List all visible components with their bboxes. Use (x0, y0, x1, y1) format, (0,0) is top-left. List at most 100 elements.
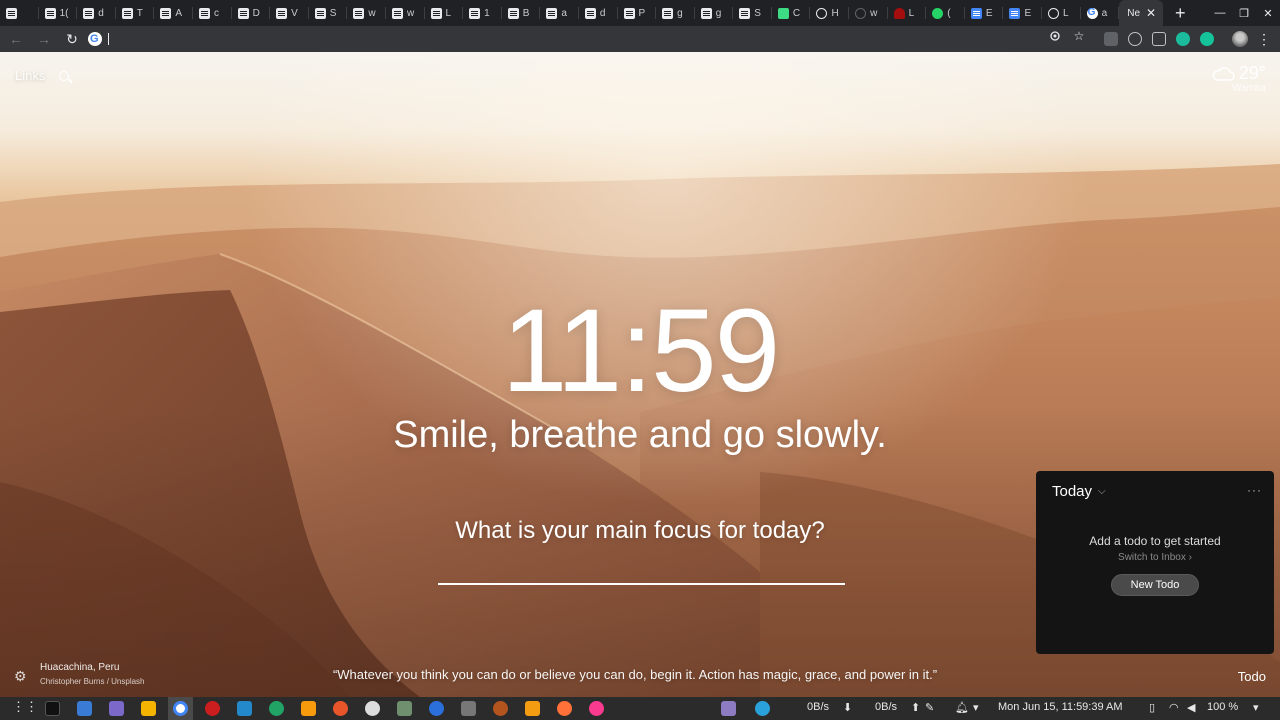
firefox-icon[interactable] (557, 701, 572, 716)
doc-icon (700, 7, 712, 19)
app-icon[interactable] (429, 701, 444, 716)
tray-expand-icon[interactable]: ▾ (973, 701, 979, 714)
extension-icon[interactable] (1152, 32, 1166, 46)
close-window-button[interactable]: ✕ (1256, 0, 1280, 26)
browser-tab[interactable]: L (888, 0, 927, 26)
volume-menu-chevron-icon[interactable]: ▾ (1253, 701, 1259, 714)
app-icon[interactable] (397, 701, 412, 716)
tray-icon[interactable]: ✎ (925, 701, 934, 714)
file-manager-icon[interactable] (77, 701, 92, 716)
chrome-icon[interactable] (173, 701, 188, 716)
browser-tab[interactable]: V (270, 0, 309, 26)
switch-to-inbox-link[interactable]: Switch to Inbox › (1036, 552, 1274, 563)
stack-icon[interactable] (141, 701, 156, 716)
app-icon[interactable] (461, 701, 476, 716)
browser-tab[interactable]: g (695, 0, 734, 26)
browser-tab[interactable]: A (154, 0, 193, 26)
browser-tab[interactable]: T (116, 0, 155, 26)
browser-tab[interactable]: w (347, 0, 386, 26)
volume-icon[interactable]: ◀︎ (1187, 701, 1195, 714)
app-icon[interactable] (365, 701, 380, 716)
grammarly-icon[interactable] (1200, 32, 1214, 46)
profile-avatar[interactable] (1232, 31, 1248, 47)
close-icon[interactable]: ✕ (1146, 6, 1156, 20)
address-bar[interactable] (84, 29, 1094, 49)
notification-icon[interactable]: 🔔︎ (955, 701, 969, 714)
vscode-icon[interactable] (237, 701, 252, 716)
tab-label: B (522, 7, 530, 19)
app-grid-icon[interactable]: ⋮⋮ (12, 699, 38, 715)
links-label[interactable]: Links (15, 68, 45, 83)
browser-tab[interactable]: E (965, 0, 1004, 26)
extension-icon[interactable] (1104, 32, 1118, 46)
new-todo-button[interactable]: New Todo (1111, 574, 1199, 596)
browser-tab[interactable]: E (1003, 0, 1042, 26)
browser-tab[interactable]: g (656, 0, 695, 26)
browser-tab[interactable]: S (309, 0, 348, 26)
vlc-icon[interactable] (525, 701, 540, 716)
volume-level[interactable]: 100 % (1207, 701, 1238, 713)
window-controls: — ❐ ✕ (1208, 0, 1280, 26)
wifi-icon[interactable]: ◠ (1169, 701, 1179, 714)
network-down-speed: 0B/s (807, 701, 830, 713)
app-icon[interactable] (269, 701, 284, 716)
address-input[interactable] (115, 32, 1015, 46)
browser-tab[interactable]: d (77, 0, 116, 26)
app-icon[interactable] (493, 701, 508, 716)
clock-datetime[interactable]: Mon Jun 15, 11:59:39 AM (998, 701, 1123, 713)
tab-label: S (329, 7, 337, 19)
more-options-icon[interactable]: ··· (1247, 483, 1262, 497)
menu-icon[interactable]: ⋮ (1257, 31, 1271, 47)
battery-icon[interactable]: ▯ (1149, 701, 1155, 714)
focus-input[interactable] (438, 557, 845, 585)
weather-widget[interactable]: 29° Wamba (1211, 63, 1266, 94)
browser-tab[interactable]: d (579, 0, 618, 26)
browser-tab[interactable]: w (386, 0, 425, 26)
reload-button[interactable]: ↻ (60, 27, 84, 51)
app-icon[interactable] (721, 701, 736, 716)
browser-tab[interactable]: L (425, 0, 464, 26)
browser-tab[interactable]: a (540, 0, 579, 26)
browser-tab[interactable]: S (733, 0, 772, 26)
browser-tab[interactable] (0, 0, 39, 26)
location-icon[interactable] (1047, 28, 1063, 44)
restore-button[interactable]: ❐ (1232, 0, 1256, 26)
forward-button[interactable]: → (32, 27, 56, 51)
extension-icon[interactable] (1176, 32, 1190, 46)
search-icon[interactable] (59, 70, 70, 81)
links-menu[interactable]: Links (15, 68, 70, 83)
browser-tab[interactable]: P (618, 0, 657, 26)
browser-tab[interactable]: c (193, 0, 232, 26)
browser-tab[interactable]: w (849, 0, 888, 26)
minimize-button[interactable]: — (1208, 0, 1232, 26)
download-arrow-icon: ⬇ (843, 702, 853, 714)
browser-tab[interactable]: a (1081, 0, 1120, 26)
todo-list-title[interactable]: Today (1052, 483, 1092, 500)
browser-tab[interactable]: D (232, 0, 271, 26)
tab-label: S (754, 7, 761, 19)
back-button[interactable]: ← (4, 27, 28, 51)
music-icon[interactable] (589, 701, 604, 716)
telegram-icon[interactable] (755, 701, 770, 716)
new-tab-button[interactable]: + (1167, 0, 1193, 26)
browser-tab[interactable]: H (810, 0, 849, 26)
bookmark-star-icon[interactable]: ☆ (1071, 28, 1087, 44)
app-icon[interactable] (333, 701, 348, 716)
extension-icon[interactable] (1128, 32, 1142, 46)
tab-label: ( (947, 7, 951, 19)
app-icon[interactable] (109, 701, 124, 716)
browser-tab[interactable]: L (1042, 0, 1081, 26)
terminal-icon[interactable] (45, 701, 60, 716)
active-tab[interactable]: Ne ✕ (1119, 0, 1164, 26)
opera-icon[interactable] (205, 701, 220, 716)
browser-tab[interactable]: 1 (463, 0, 502, 26)
tab-label: V (291, 7, 298, 19)
todo-toggle[interactable]: Todo (1238, 669, 1266, 684)
browser-tab[interactable]: ( (926, 0, 965, 26)
browser-tab[interactable]: 1( (39, 0, 78, 26)
globe-icon (1048, 7, 1060, 19)
browser-tab[interactable]: B (502, 0, 541, 26)
chevron-down-icon[interactable]: ⌵ (1098, 486, 1106, 497)
browser-tab[interactable]: C (772, 0, 811, 26)
sublime-icon[interactable] (301, 701, 316, 716)
